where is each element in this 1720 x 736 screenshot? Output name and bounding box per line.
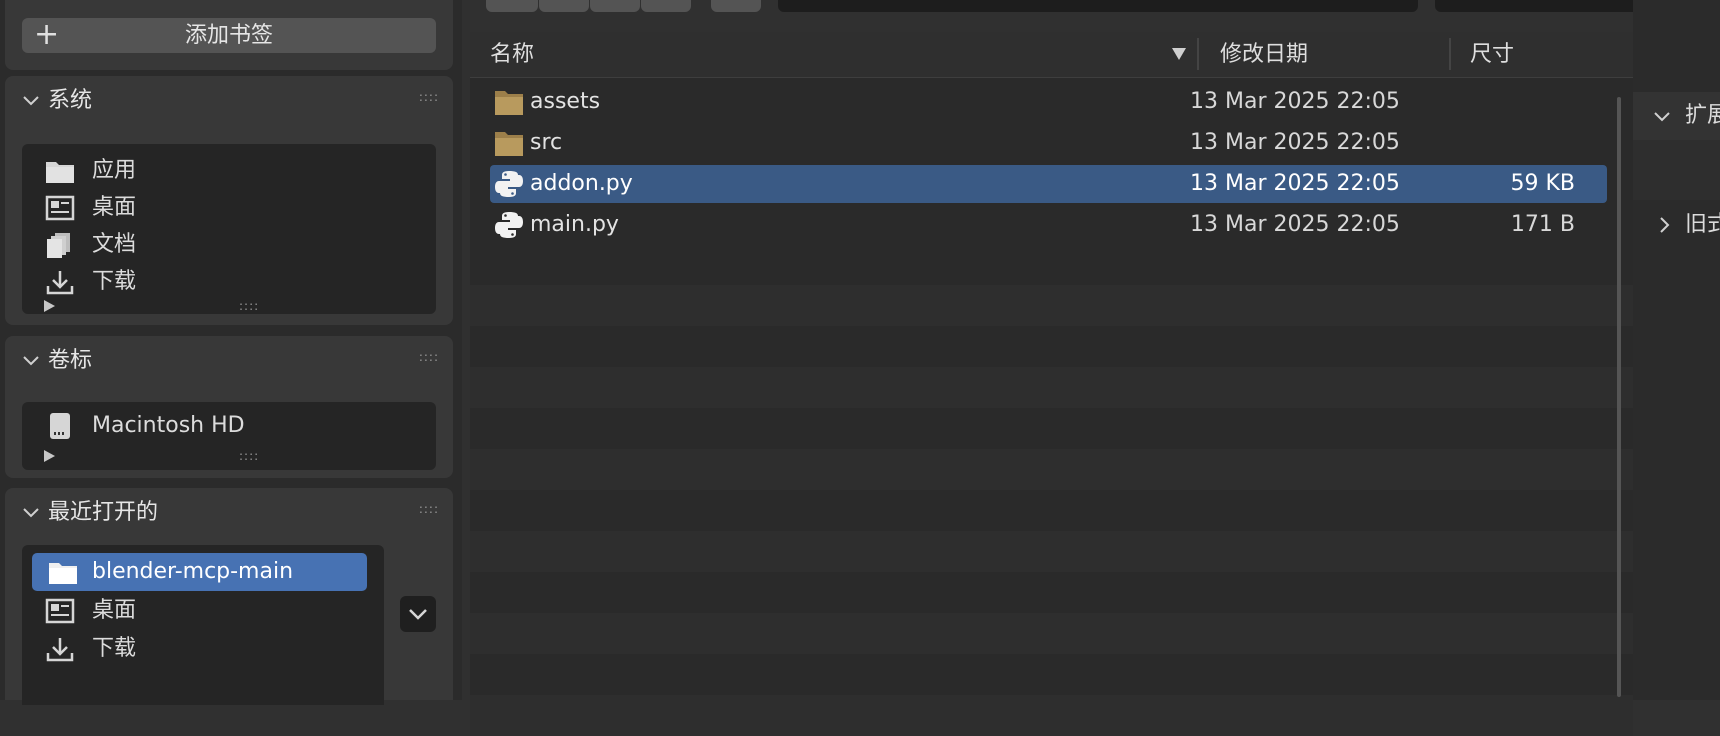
system-panel-header[interactable]: 系统 ::::: [5, 76, 453, 126]
chevron-right-icon: [1660, 217, 1670, 233]
extension-section-header[interactable]: 扩展: [1633, 92, 1720, 140]
panel-title: 系统: [48, 88, 93, 113]
add-bookmark-button[interactable]: + 添加书签: [22, 18, 436, 53]
file-name: assets: [530, 89, 601, 114]
panel-title: 卷标: [48, 348, 93, 373]
recent-list: blender-mcp-main 桌面 下载: [22, 545, 384, 705]
drag-handle-icon[interactable]: ::::: [419, 503, 439, 515]
file-name: src: [530, 130, 563, 155]
sidebar-item-applications[interactable]: 应用: [22, 152, 436, 190]
volumes-list: Macintosh HD ::::: [22, 402, 436, 470]
sidebar-item-desktop[interactable]: 桌面: [22, 592, 384, 630]
vertical-scrollbar[interactable]: [1617, 97, 1621, 697]
python-file-icon: [495, 171, 523, 197]
file-row-addon-py[interactable]: addon.py 13 Mar 2025 22:05 59 KB: [490, 165, 1607, 203]
row-stripe: [470, 449, 1633, 490]
download-icon: [46, 271, 74, 295]
sidebar-item-label: 桌面: [92, 195, 137, 220]
folder-icon: [49, 563, 77, 584]
sidebar-item-blender-mcp-main[interactable]: blender-mcp-main: [32, 553, 367, 591]
column-header-date[interactable]: 修改日期: [1220, 32, 1308, 77]
sidebar-item-label: 文档: [92, 232, 137, 257]
file-list: 名称 修改日期 尺寸 assets 13 Mar 2025 22:05 src …: [470, 32, 1633, 736]
sidebar-item-downloads[interactable]: 下载: [22, 630, 384, 668]
drag-handle-icon[interactable]: ::::: [419, 351, 439, 363]
recent-panel: 最近打开的 :::: blender-mcp-main 桌面 下载: [5, 488, 453, 705]
folder-icon: [46, 162, 74, 183]
system-panel: 系统 :::: 应用 桌面 文档 下载 ::::: [5, 76, 453, 325]
drag-handle-icon[interactable]: ::::: [419, 91, 439, 103]
row-stripe: [470, 367, 1633, 408]
documents-icon: [47, 233, 70, 258]
file-list-header: 名称 修改日期 尺寸: [470, 32, 1633, 78]
sidebar-item-label: 下载: [92, 636, 137, 661]
nav-forward-button[interactable]: [539, 0, 589, 12]
system-locations-list: 应用 桌面 文档 下载 ::::: [22, 144, 436, 314]
file-row-assets[interactable]: assets 13 Mar 2025 22:05: [490, 83, 1607, 121]
add-bookmark-label: 添加书签: [184, 23, 273, 48]
sidebar-item-macintosh-hd[interactable]: Macintosh HD: [22, 407, 436, 445]
sidebar-item-label: 下载: [92, 269, 137, 294]
list-options-button[interactable]: [400, 596, 436, 632]
nav-parent-button[interactable]: [590, 0, 640, 12]
row-stripe: [470, 695, 1633, 736]
sidebar-item-downloads[interactable]: 下载: [22, 263, 436, 301]
chevron-down-icon: [1654, 112, 1670, 122]
sidebar-item-label: blender-mcp-main: [92, 559, 294, 584]
chevron-down-icon: [23, 508, 39, 518]
chevron-down-icon: [23, 356, 39, 366]
volumes-panel: 卷标 :::: Macintosh HD ::::: [5, 336, 453, 478]
bookmarks-panel: + 添加书签: [5, 0, 453, 70]
expand-triangle-icon[interactable]: [44, 300, 55, 312]
column-header-name[interactable]: 名称: [490, 32, 534, 77]
file-row-src[interactable]: src 13 Mar 2025 22:05: [490, 124, 1607, 162]
row-stripe: [470, 613, 1633, 654]
volumes-panel-header[interactable]: 卷标 ::::: [5, 336, 453, 386]
sort-descending-icon[interactable]: [1172, 48, 1186, 60]
section-label: 扩展: [1685, 103, 1720, 128]
file-name: addon.py: [530, 171, 633, 196]
sidebar-item-label: 桌面: [92, 598, 137, 623]
resize-grip-icon[interactable]: ::::: [239, 300, 259, 312]
legacy-section-header[interactable]: 旧式: [1633, 201, 1720, 249]
sidebar-item-documents[interactable]: 文档: [22, 226, 436, 264]
column-divider[interactable]: [1197, 38, 1199, 70]
section-label: 旧式: [1685, 212, 1720, 237]
python-file-icon: [495, 212, 523, 238]
row-stripe: [470, 531, 1633, 572]
file-date: 13 Mar 2025 22:05: [1190, 171, 1400, 196]
directory-path-input[interactable]: [778, 0, 1418, 12]
file-browser-sidebar: + 添加书签 系统 :::: 应用 桌面 文档 下载:::: 卷标:::: …: [0, 0, 462, 705]
file-size: 171 B: [1510, 212, 1575, 237]
extension-section-body: [1633, 140, 1720, 200]
download-icon: [46, 638, 74, 662]
desktop-icon: [45, 598, 75, 624]
file-date: 13 Mar 2025 22:05: [1190, 212, 1400, 237]
file-date: 13 Mar 2025 22:05: [1190, 89, 1400, 114]
column-header-size[interactable]: 尺寸: [1470, 32, 1514, 77]
sidebar-item-label: Macintosh HD: [92, 413, 245, 438]
resize-grip-icon[interactable]: ::::: [239, 450, 259, 462]
file-row-main-py[interactable]: main.py 13 Mar 2025 22:05 171 B: [490, 206, 1607, 244]
sidebar-item-desktop[interactable]: 桌面: [22, 189, 436, 227]
panel-title: 最近打开的: [48, 500, 159, 525]
file-date: 13 Mar 2025 22:05: [1190, 130, 1400, 155]
options-panel: 扩展 旧式: [1633, 0, 1720, 700]
folder-icon: [495, 91, 523, 115]
nav-back-button[interactable]: [486, 0, 538, 12]
chevron-down-icon: [23, 96, 39, 106]
file-size: 59 KB: [1510, 171, 1575, 196]
drive-icon: [50, 413, 70, 439]
sidebar-item-label: 应用: [92, 158, 137, 183]
recent-panel-header[interactable]: 最近打开的 ::::: [5, 488, 453, 538]
chevron-down-icon: [409, 609, 427, 620]
expand-triangle-icon[interactable]: [44, 450, 55, 462]
desktop-icon: [45, 195, 75, 221]
column-divider[interactable]: [1449, 38, 1451, 70]
refresh-button[interactable]: [641, 0, 691, 12]
folder-icon: [495, 132, 523, 156]
new-folder-button[interactable]: [711, 0, 761, 12]
file-name: main.py: [530, 212, 619, 237]
row-stripe: [470, 285, 1633, 326]
